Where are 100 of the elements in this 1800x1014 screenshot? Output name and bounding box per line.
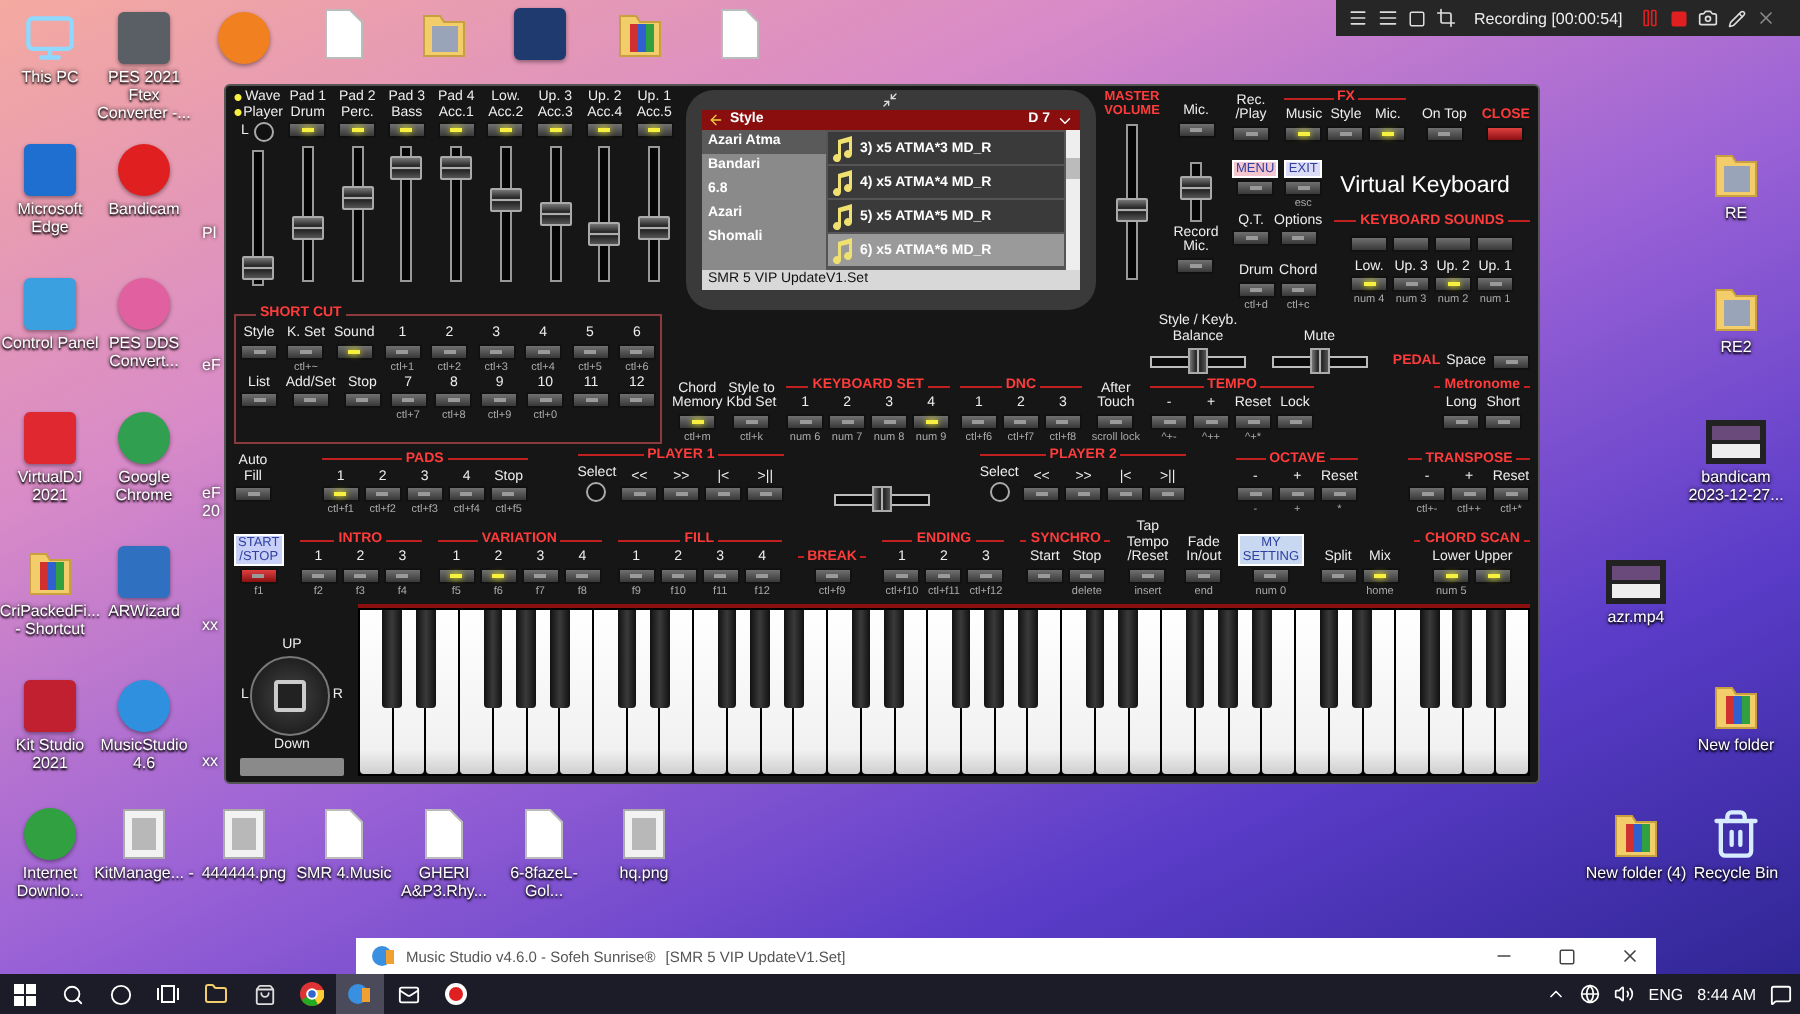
panel-button[interactable]: [291, 392, 330, 408]
panel-button[interactable]: [1192, 413, 1230, 429]
panel-button[interactable]: [1278, 486, 1317, 502]
panel-button[interactable]: [477, 343, 516, 359]
panel-button[interactable]: [288, 122, 327, 138]
panel-button[interactable]: [1350, 276, 1389, 292]
panel-button[interactable]: [1279, 230, 1318, 246]
pause-icon[interactable]: [1640, 8, 1661, 28]
panel-button[interactable]: [1442, 413, 1481, 429]
panel-button[interactable]: [585, 122, 624, 138]
panel-button[interactable]: [1176, 257, 1215, 273]
panel-button[interactable]: [1432, 567, 1471, 583]
panel-button[interactable]: [1128, 567, 1167, 583]
panel-button[interactable]: [813, 567, 852, 583]
slider-thumb[interactable]: [872, 486, 892, 512]
panel-button[interactable]: [338, 122, 377, 138]
panel-button[interactable]: [1234, 413, 1272, 429]
panel-button[interactable]: [912, 413, 951, 429]
panel-button[interactable]: [571, 343, 609, 359]
panel-button[interactable]: [521, 567, 560, 583]
piano-keyboard-drawing[interactable]: [358, 603, 1530, 776]
panel-button[interactable]: [437, 122, 476, 138]
fader-thumb[interactable]: [390, 155, 423, 180]
panel-button[interactable]: [959, 413, 998, 429]
close-icon[interactable]: [1756, 8, 1777, 28]
panel-button[interactable]: [383, 343, 422, 359]
panel-button[interactable]: [1025, 567, 1064, 583]
panel-button[interactable]: [1148, 486, 1187, 502]
panel-button[interactable]: [1064, 486, 1103, 502]
panel-button[interactable]: [701, 567, 740, 583]
document-icon[interactable]: [324, 808, 364, 860]
joystick-pad[interactable]: [250, 655, 331, 735]
panel-button[interactable]: [1251, 567, 1290, 583]
menu-icon[interactable]: [1348, 8, 1368, 28]
start-stop-button[interactable]: [239, 567, 278, 583]
panel-button[interactable]: [659, 567, 698, 583]
panel-button[interactable]: [1408, 486, 1446, 502]
panel-button[interactable]: [480, 392, 519, 408]
panel-button[interactable]: [732, 413, 771, 429]
panel-button[interactable]: [1492, 354, 1530, 370]
image-file-icon[interactable]: [122, 808, 166, 860]
panel-button[interactable]: [828, 413, 867, 429]
panel-button[interactable]: [563, 567, 602, 583]
back-arrow-icon[interactable]: [708, 112, 724, 128]
panel-button[interactable]: [479, 567, 518, 583]
panel-button[interactable]: [299, 567, 338, 583]
panel-button[interactable]: [234, 486, 272, 502]
panel-button[interactable]: [572, 392, 611, 408]
panel-button[interactable]: [1368, 125, 1407, 141]
panel-button[interactable]: [1184, 567, 1223, 583]
panel-button[interactable]: [704, 486, 743, 502]
maximize-icon[interactable]: [1558, 947, 1576, 965]
panel-button[interactable]: [1022, 486, 1061, 502]
panel-button[interactable]: [1474, 567, 1513, 583]
document-icon[interactable]: [424, 808, 464, 860]
panel-button[interactable]: [1276, 413, 1314, 429]
speaker-icon[interactable]: [1614, 984, 1635, 1004]
fader-thumb[interactable]: [242, 256, 274, 281]
panel-button[interactable]: [447, 486, 486, 502]
panel-button[interactable]: [1450, 486, 1488, 502]
knob-control[interactable]: [254, 122, 275, 142]
panel-button[interactable]: [1284, 179, 1323, 195]
fader-thumb[interactable]: [1116, 197, 1148, 222]
panel-button[interactable]: [1096, 413, 1135, 429]
knob-control[interactable]: [989, 482, 1010, 502]
panel-button[interactable]: [635, 122, 674, 138]
panel-button[interactable]: [1043, 413, 1082, 429]
panel-button[interactable]: [1434, 276, 1473, 292]
scrollbar[interactable]: [1066, 130, 1080, 270]
panel-button[interactable]: [1326, 125, 1365, 141]
panel-button[interactable]: [1361, 567, 1399, 583]
panel-button[interactable]: [617, 392, 656, 408]
fader-thumb[interactable]: [638, 215, 671, 240]
panel-button[interactable]: [240, 343, 278, 359]
panel-button[interactable]: [617, 567, 656, 583]
panel-button[interactable]: [1177, 121, 1215, 137]
close-button[interactable]: [1486, 125, 1525, 141]
panel-button[interactable]: [617, 343, 656, 359]
fader-thumb[interactable]: [341, 186, 374, 211]
panel-button[interactable]: [662, 486, 701, 502]
panel-button[interactable]: [341, 567, 380, 583]
panel-button[interactable]: [1476, 276, 1515, 292]
clock[interactable]: 8:44 AM: [1697, 985, 1756, 1003]
video-thumbnail-icon[interactable]: [1606, 560, 1666, 604]
panel-button[interactable]: [387, 122, 426, 138]
panel-button[interactable]: [1320, 486, 1359, 502]
language-indicator[interactable]: ENG: [1648, 985, 1684, 1003]
sound-slot-button[interactable]: [1392, 235, 1431, 251]
panel-button[interactable]: [335, 343, 374, 359]
panel-button[interactable]: [343, 392, 382, 408]
fader-thumb[interactable]: [489, 188, 522, 213]
panel-button[interactable]: [389, 392, 428, 408]
panel-button[interactable]: [678, 413, 717, 429]
slider-thumb[interactable]: [1309, 348, 1330, 374]
image-file-icon[interactable]: [622, 808, 666, 860]
sound-slot-button[interactable]: [1434, 235, 1473, 251]
panel-button[interactable]: [1232, 230, 1270, 246]
panel-button[interactable]: [882, 567, 921, 583]
panel-button[interactable]: [1319, 567, 1357, 583]
globe-icon[interactable]: [1580, 984, 1601, 1004]
